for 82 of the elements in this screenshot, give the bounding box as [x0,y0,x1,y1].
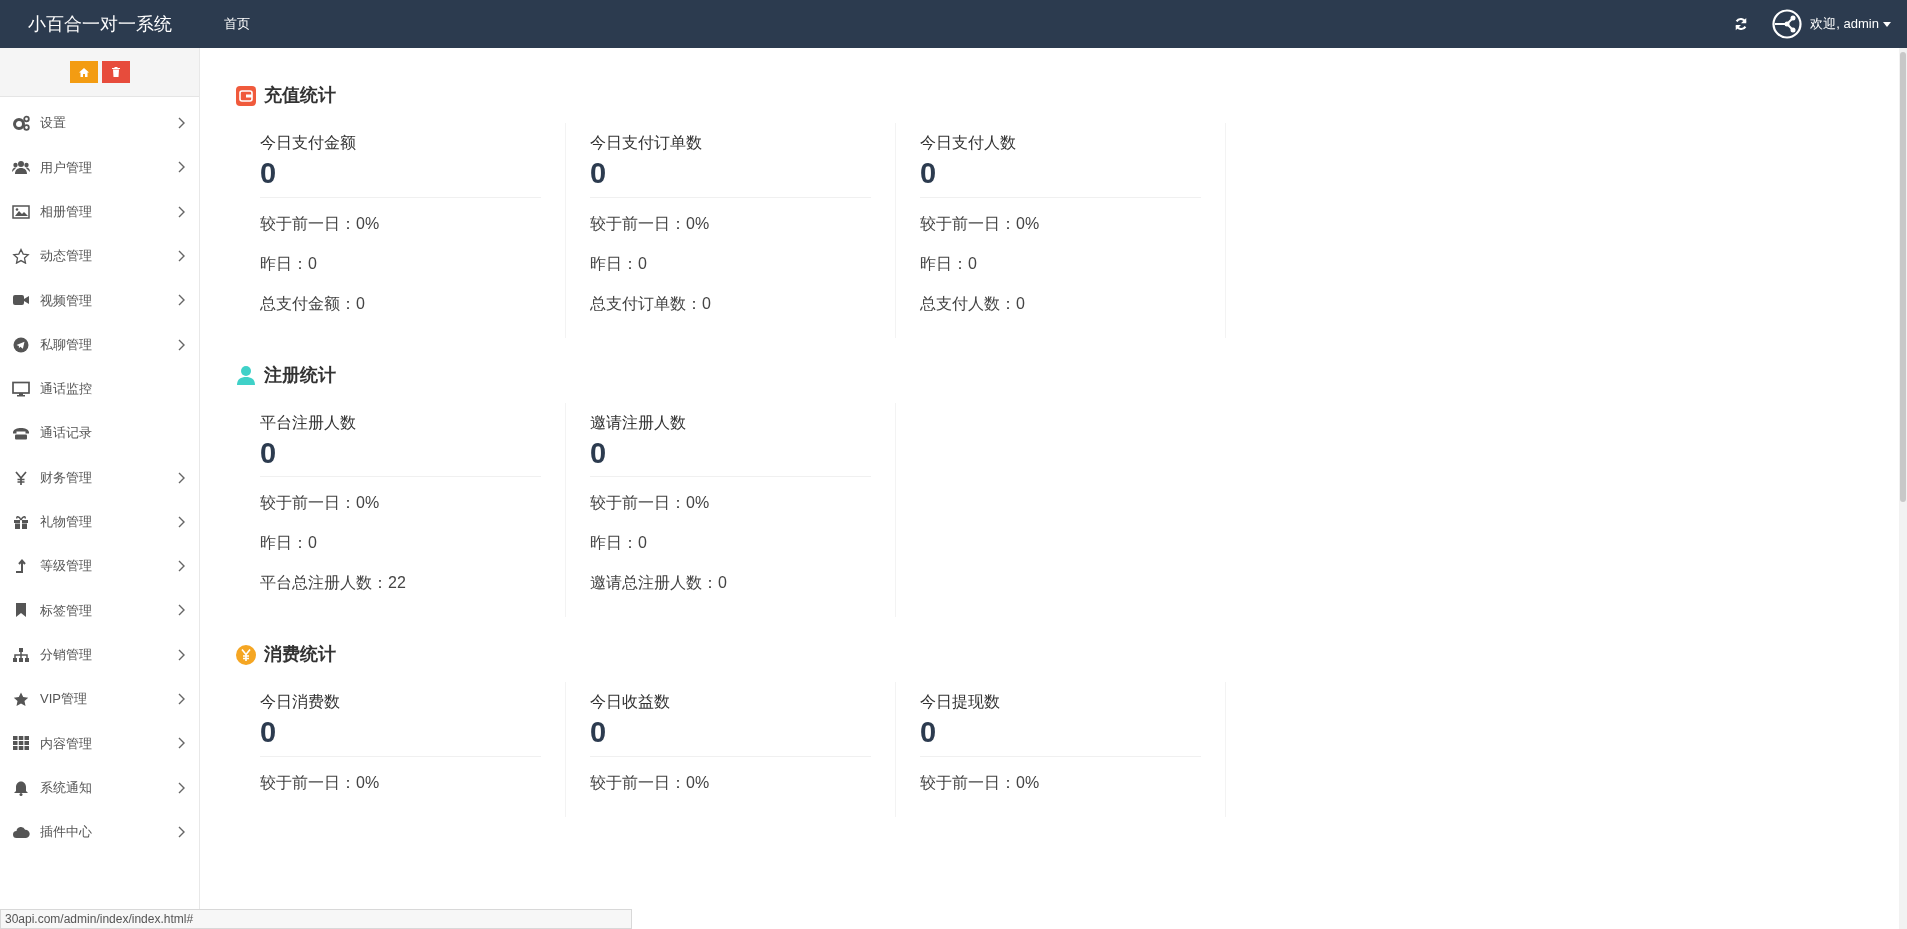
avatar-icon[interactable] [1772,9,1803,39]
stat-detail: 昨日：0 [260,253,318,274]
grid-icon [12,735,30,752]
sidebar-item[interactable]: 系统通知 [0,765,199,810]
users-icon [12,159,30,176]
stat-value: 0 [590,434,871,478]
stat-detail: 较于前一日：0% [920,213,1041,234]
star-outline-icon [12,248,30,265]
image-icon [12,203,30,220]
star-icon [12,691,30,707]
brand-title: 小百合一对一系统 [27,12,173,36]
stat-detail: 较于前一日：0% [920,773,1041,794]
stat-detail: 总支付订单数：0 [590,293,712,314]
gift-icon [12,513,30,530]
stat-value: 0 [590,155,871,198]
stat-value: 0 [920,714,1201,758]
stat-detail: 昨日：0 [920,253,978,274]
monitor-icon [12,380,30,397]
stat-detail: 较于前一日：0% [260,773,381,794]
sidebar-item[interactable]: 财务管理 [0,455,199,500]
status-url: 30api.com/admin/index/index.html# [0,909,632,929]
stat-detail: 昨日：0 [590,533,648,554]
stat-value: 0 [260,714,541,758]
stat-value: 0 [260,155,541,198]
stat-detail: 平台总注册人数：22 [260,573,407,594]
sidebar-item[interactable]: 礼物管理 [0,499,199,544]
sidebar-item[interactable]: 私聊管理 [0,322,199,367]
stat-value: 0 [260,434,541,478]
refresh-icon[interactable] [1734,17,1749,31]
sitemap-icon [12,646,30,663]
sidebar-item[interactable]: 通话记录 [0,411,199,456]
sidebar-item[interactable]: 设置 [0,101,199,146]
sidebar-item[interactable]: 动态管理 [0,233,199,279]
stat-detail: 较于前一日：0% [590,773,711,794]
stat-detail: 总支付人数：0 [920,293,1026,314]
section-title: 充值统计 [264,84,336,107]
sidebar-item[interactable]: 视频管理 [0,278,199,323]
delete-button[interactable] [101,61,130,83]
stat-value: 0 [590,714,871,758]
yen-coin-icon [236,644,256,665]
wallet-icon [236,85,256,106]
section-title: 消费统计 [264,643,336,667]
nav-link[interactable]: 首页 [224,14,250,34]
gears-icon [12,115,30,132]
sidebar-item[interactable]: 等级管理 [0,543,199,589]
paper-plane-icon [12,336,30,353]
stat-detail: 总支付金额：0 [260,293,366,314]
sidebar-item[interactable]: 标签管理 [0,588,199,633]
yen-icon [12,469,30,486]
sidebar-item[interactable]: 用户管理 [0,145,199,190]
stat-detail: 邀请总注册人数：0 [590,573,728,594]
stat-label: 今日支付人数 [920,133,1017,153]
section-title: 注册统计 [264,363,336,387]
sidebar-item[interactable]: VIP管理 [0,676,199,722]
stat-label: 今日提现数 [920,692,1001,713]
stat-detail: 昨日：0 [590,253,648,274]
stat-detail: 昨日：0 [260,533,318,554]
person-icon [236,365,256,386]
home-button[interactable] [69,61,98,83]
stat-detail: 较于前一日：0% [260,213,381,234]
stat-label: 今日支付订单数 [590,133,703,153]
stat-detail: 较于前一日：0% [590,493,711,514]
caret-icon [1883,21,1891,27]
stat-label: 今日收益数 [590,692,671,713]
sidebar-item[interactable]: 插件中心 [0,809,199,855]
stat-value: 0 [920,155,1201,198]
user-menu[interactable]: 欢迎, admin [1810,14,1891,34]
trash-icon [111,67,120,77]
stat-detail: 较于前一日：0% [590,213,711,234]
stat-label: 今日支付金额 [260,133,357,153]
sidebar-item[interactable]: 分销管理 [0,632,199,677]
scrollbar-thumb[interactable] [1900,52,1906,502]
sidebar-item[interactable]: 通话监控 [0,366,199,412]
telephone-icon [12,425,30,442]
stat-label: 今日消费数 [260,692,341,713]
stat-detail: 较于前一日：0% [260,493,381,514]
sidebar-item[interactable]: 相册管理 [0,189,199,234]
home-icon [78,67,89,77]
stat-label: 平台注册人数 [260,412,357,433]
sidebar-item[interactable]: 内容管理 [0,721,199,766]
stat-label: 邀请注册人数 [590,412,687,433]
bell-icon [12,779,30,796]
